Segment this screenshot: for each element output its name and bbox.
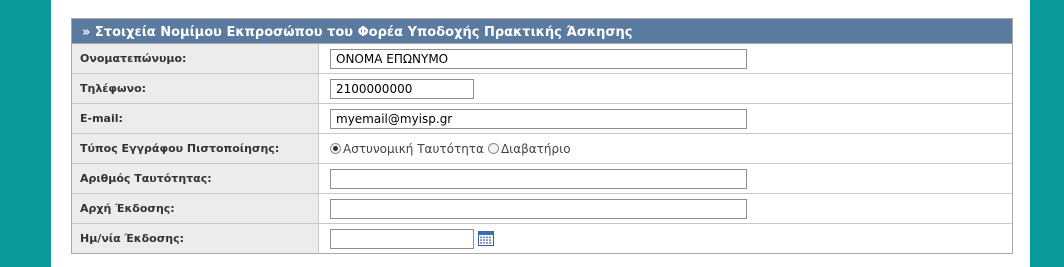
- section-title: » Στοιχεία Νομίμου Εκπροσώπου του Φορέα …: [72, 19, 1012, 44]
- radio-passport-label[interactable]: Διαβατήριο: [501, 142, 571, 156]
- issuing-authority-input[interactable]: [330, 198, 747, 219]
- id-number-label: Αριθμός Ταυτότητας:: [72, 164, 319, 193]
- issuing-authority-label: Αρχή Έκδοσης:: [72, 194, 319, 223]
- form-row-email: E-mail:: [72, 104, 1012, 134]
- email-label: E-mail:: [72, 104, 319, 133]
- legal-representative-form: » Στοιχεία Νομίμου Εκπροσώπου του Φορέα …: [71, 18, 1013, 254]
- radio-id-card-label[interactable]: Αστυνομική Ταυτότητα: [343, 142, 484, 156]
- form-row-phone: Τηλέφωνο:: [72, 74, 1012, 104]
- content-panel: » Στοιχεία Νομίμου Εκπροσώπου του Φορέα …: [51, 0, 1030, 267]
- fullname-input[interactable]: [330, 48, 747, 69]
- issue-date-input[interactable]: [330, 228, 474, 249]
- email-input[interactable]: [330, 108, 747, 129]
- form-row-fullname: Ονοματεπώνυμο:: [72, 44, 1012, 74]
- doc-type-label: Τύπος Εγγράφου Πιστοποίησης:: [72, 134, 319, 163]
- form-row-issuing-authority: Αρχή Έκδοσης:: [72, 194, 1012, 224]
- doc-type-radio-group: Αστυνομική Ταυτότητα Διαβατήριο: [330, 142, 575, 156]
- fullname-label: Ονοματεπώνυμο:: [72, 44, 319, 73]
- form-row-issue-date: Ημ/νία Έκδοσης:: [72, 224, 1012, 253]
- phone-label: Τηλέφωνο:: [72, 74, 319, 103]
- id-number-input[interactable]: [330, 168, 747, 189]
- form-row-id-number: Αριθμός Ταυτότητας:: [72, 164, 1012, 194]
- radio-id-card[interactable]: [330, 143, 341, 154]
- issue-date-label: Ημ/νία Έκδοσης:: [72, 224, 319, 253]
- phone-input[interactable]: [330, 78, 474, 99]
- calendar-icon[interactable]: [478, 231, 494, 246]
- radio-passport[interactable]: [487, 143, 499, 154]
- form-row-doc-type: Τύπος Εγγράφου Πιστοποίησης: Αστυνομική …: [72, 134, 1012, 164]
